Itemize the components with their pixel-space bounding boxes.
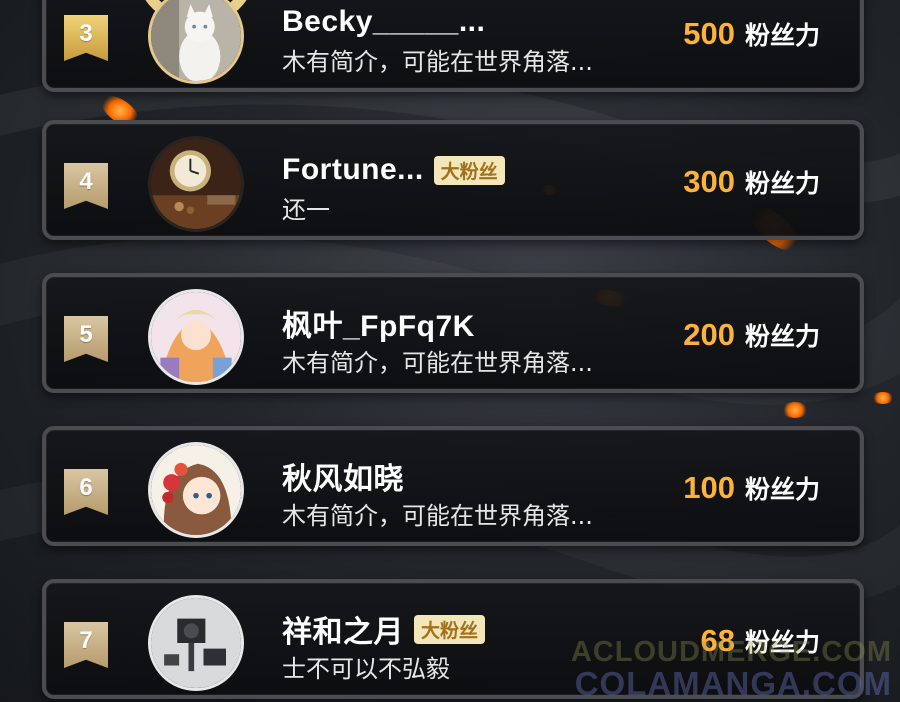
fan-power-value: 100 <box>683 470 735 505</box>
name-row: 秋风如晓 <box>282 456 404 496</box>
rank-number: 4 <box>79 168 93 195</box>
fan-power-unit: 粉丝力 <box>744 322 820 351</box>
name-row: Fortune... 大粉丝 <box>282 150 505 190</box>
bio-text: 士不可以不弘毅 <box>282 655 450 683</box>
rank-number: 6 <box>79 474 93 501</box>
ember <box>872 392 894 404</box>
leaderboard-row[interactable]: 3 Becky_____... 木有简介，可能在世界角落... 500 粉丝力 <box>42 0 864 92</box>
rank-number: 5 <box>79 321 93 348</box>
watermark-line-2: COLAMANGA.COM <box>574 665 892 702</box>
big-fan-badge: 大粉丝 <box>414 614 486 644</box>
rank-ribbon: 7 <box>64 622 108 668</box>
leaderboard-row[interactable]: 6 秋风如晓 木有简介，可能在世界角落... 100 粉丝力 <box>42 426 864 546</box>
fan-power: 200 粉丝力 <box>683 317 820 353</box>
name-row: 祥和之月 大粉丝 <box>282 607 486 651</box>
clock-avatar[interactable] <box>148 136 244 232</box>
username[interactable]: 秋风如晓 <box>282 454 404 498</box>
fan-power: 500 粉丝力 <box>683 16 820 52</box>
white-cat-avatar[interactable] <box>148 0 244 84</box>
fan-power-value: 500 <box>683 16 735 51</box>
username[interactable]: Becky_____... <box>282 5 485 39</box>
rank-number: 3 <box>79 20 93 47</box>
rank-number: 7 <box>79 627 93 654</box>
fan-power: 300 粉丝力 <box>683 164 820 200</box>
ember <box>782 402 808 418</box>
bio-text: 木有简介，可能在世界角落... <box>282 502 593 530</box>
name-row: Becky_____... <box>282 2 485 42</box>
rank-ribbon: 3 <box>64 15 108 61</box>
fan-power-value: 200 <box>683 317 735 352</box>
rank-ribbon: 6 <box>64 469 108 515</box>
username[interactable]: 祥和之月 <box>282 607 404 651</box>
username[interactable]: 枫叶_FpFq7K <box>282 301 475 345</box>
anime-couple-avatar[interactable] <box>148 289 244 385</box>
name-row: 枫叶_FpFq7K <box>282 303 475 343</box>
watermark: ACLOUDMERGE.COM COLAMANGA.COM <box>571 636 892 700</box>
bio-text: 还一 <box>282 196 330 224</box>
fan-power: 100 粉丝力 <box>683 470 820 506</box>
bio-text: 木有简介，可能在世界角落... <box>282 349 593 377</box>
rank-ribbon: 4 <box>64 163 108 209</box>
fan-power-unit: 粉丝力 <box>744 21 820 50</box>
leaderboard-row[interactable]: 5 枫叶_FpFq7K 木有简介，可能在世界角落... 200 粉丝力 <box>42 273 864 393</box>
fan-power-unit: 粉丝力 <box>744 169 820 198</box>
username[interactable]: Fortune... <box>282 153 424 187</box>
fan-power-value: 300 <box>683 164 735 199</box>
bio-text: 木有简介，可能在世界角落... <box>282 48 593 76</box>
big-fan-badge: 大粉丝 <box>433 155 505 185</box>
leaderboard-row[interactable]: 4 Fortune... 大粉丝 还一 300 粉丝力 <box>42 120 864 240</box>
camera-gear-avatar[interactable] <box>148 595 244 691</box>
fan-power-unit: 粉丝力 <box>744 475 820 504</box>
rank-ribbon: 5 <box>64 316 108 362</box>
anime-girl-flowers-avatar[interactable] <box>148 442 244 538</box>
watermark-line-1: ACLOUDMERGE.COM <box>570 636 892 668</box>
